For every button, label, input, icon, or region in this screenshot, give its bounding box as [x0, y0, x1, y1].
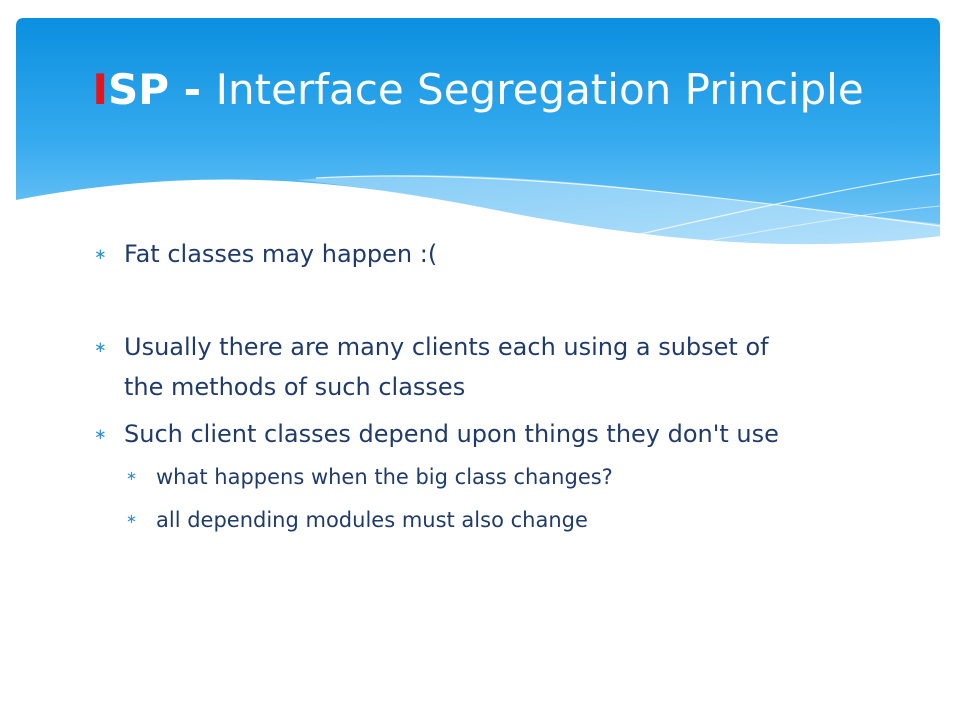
- bullet-item: ∗ Such client classes depend upon things…: [94, 414, 779, 454]
- bullet-text-continuation: the methods of such classes: [124, 373, 466, 401]
- sub-bullet-star-icon: ∗: [126, 469, 137, 484]
- sub-bullet-text: what happens when the big class changes?: [156, 465, 613, 489]
- slide-title: ISP - Interface Segregation Principle: [16, 65, 940, 114]
- title-acronym-first: I: [92, 65, 108, 114]
- bullet-star-icon: ∗: [94, 338, 107, 356]
- title-acronym-rest: SP: [107, 65, 169, 114]
- sub-bullet-item: ∗ what happens when the big class change…: [126, 459, 613, 495]
- bullet-item: ∗ Usually there are many clients each us…: [94, 327, 769, 367]
- title-text: Interface Segregation Principle: [215, 65, 864, 114]
- title-separator: -: [168, 65, 216, 114]
- bullet-star-icon: ∗: [94, 425, 107, 443]
- sub-bullet-text: all depending modules must also change: [156, 508, 588, 532]
- title-banner: [16, 18, 940, 255]
- sub-bullet-star-icon: ∗: [126, 512, 137, 527]
- bullet-continuation: the methods of such classes: [124, 367, 465, 407]
- sub-bullet-item: ∗ all depending modules must also change: [126, 502, 588, 538]
- bullet-text: Such client classes depend upon things t…: [124, 420, 779, 448]
- bullet-text: Fat classes may happen :(: [124, 240, 438, 268]
- bullet-star-icon: ∗: [94, 245, 107, 263]
- bullet-item: ∗ Fat classes may happen :(: [94, 234, 437, 274]
- slide: ISP - Interface Segregation Principle ∗ …: [0, 0, 956, 718]
- bullet-text: Usually there are many clients each usin…: [124, 333, 769, 361]
